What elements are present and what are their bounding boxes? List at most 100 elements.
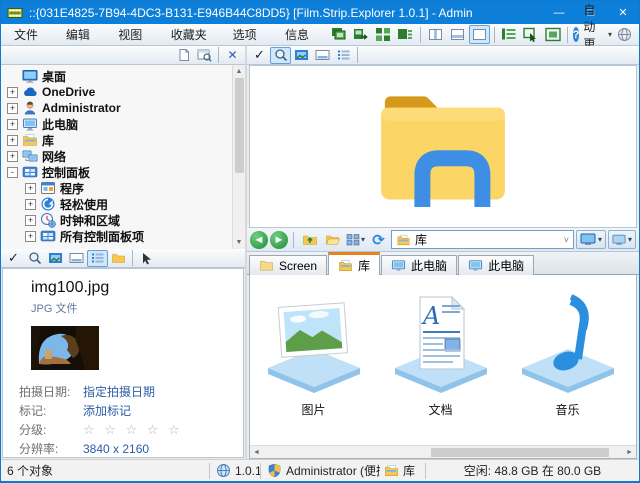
tool-button-2[interactable] <box>351 25 372 44</box>
scrollbar-thumb[interactable] <box>431 448 609 457</box>
tree-item-network[interactable]: + 网络 <box>1 148 245 164</box>
list-icon <box>336 48 351 62</box>
scroll-right-icon[interactable]: ► <box>623 446 636 459</box>
expander-icon[interactable]: + <box>7 87 18 98</box>
minimize-button[interactable]: — <box>543 1 575 24</box>
menu-view[interactable]: 视图 (V) <box>109 25 161 45</box>
expander-icon[interactable]: + <box>7 135 18 146</box>
monitor-dropdown-button-1[interactable]: ▾ <box>576 230 606 249</box>
list-view-button[interactable] <box>333 47 354 64</box>
expander-icon[interactable]: - <box>7 167 18 178</box>
scroll-up-icon[interactable]: ▲ <box>233 65 246 78</box>
library-item-music[interactable]: 音乐 <box>504 291 631 418</box>
menu-favorites[interactable]: 收藏夹 (A) <box>162 25 224 45</box>
list-view-button[interactable] <box>87 250 108 267</box>
up-folder-button[interactable] <box>299 230 320 249</box>
scroll-down-icon[interactable]: ▼ <box>233 236 246 249</box>
tool-button-6[interactable] <box>520 25 541 44</box>
menu-options[interactable]: 选项 (X) <box>224 25 276 45</box>
expander-icon[interactable]: + <box>7 103 18 114</box>
tree-item-programs[interactable]: + 程序 <box>1 180 245 196</box>
expander-icon[interactable]: + <box>7 119 18 130</box>
tool-button-5[interactable] <box>498 25 519 44</box>
filmstrip-view-button[interactable] <box>291 47 312 64</box>
tool-button-3[interactable] <box>373 25 394 44</box>
tab-libraries[interactable]: 库 <box>328 252 380 275</box>
folder-view-button[interactable] <box>108 250 129 267</box>
library-item-pictures[interactable]: 图片 <box>250 291 377 418</box>
help-icon: ? <box>573 27 580 42</box>
content-scrollbar[interactable]: ◄ ► <box>250 445 636 458</box>
scrollbar-thumb[interactable] <box>235 78 244 173</box>
tree-scrollbar[interactable]: ▲ ▼ <box>232 65 245 249</box>
menu-info[interactable]: 信息 (H) <box>276 25 329 45</box>
browse-folder-button[interactable] <box>322 230 343 249</box>
tab-this-pc-1[interactable]: 此电脑 <box>381 255 457 275</box>
tree-item-onedrive[interactable]: + OneDrive <box>1 84 245 100</box>
menu-edit[interactable]: 编辑 (E) <box>57 25 109 45</box>
tree-item-label: Administrator <box>42 101 121 115</box>
check-button[interactable]: ✓ <box>249 47 270 64</box>
tree-item-libraries[interactable]: + 库 <box>1 132 245 148</box>
tree-item-this-pc[interactable]: + 此电脑 <box>1 116 245 132</box>
library-item-documents[interactable]: A 文档 <box>377 291 504 418</box>
tool-button-4[interactable] <box>395 25 416 44</box>
magnifier-button[interactable] <box>270 47 291 64</box>
views-button[interactable]: ▾ <box>345 230 366 249</box>
tool-button-1[interactable] <box>329 25 350 44</box>
tree-item-administrator[interactable]: + Administrator <box>1 100 245 116</box>
pointer-button[interactable] <box>136 250 157 267</box>
filmstrip-view-button[interactable] <box>45 250 66 267</box>
auto-update-button[interactable]: ? 自动更新 ▾ <box>572 25 613 44</box>
slide-view-button[interactable] <box>66 250 87 267</box>
tree-item-all-control-panel-items[interactable]: + 所有控制面板项 <box>1 228 245 244</box>
photo-thumbnail[interactable] <box>31 326 99 370</box>
tree-item-clock-region[interactable]: + 时钟和区域 <box>1 212 245 228</box>
property-value-date-taken[interactable]: 指定拍摄日期 <box>83 383 155 400</box>
tree-item-control-panel[interactable]: - 控制面板 <box>1 164 245 180</box>
check-button[interactable]: ✓ <box>3 250 24 267</box>
tree-item-desktop[interactable]: 桌面 <box>1 68 245 84</box>
left-panel: ✕ 桌面 + OneDrive + Administrator <box>1 46 247 459</box>
layout-horizontal-button[interactable] <box>447 25 468 44</box>
check-icon: ✓ <box>8 250 19 266</box>
magnifier-button[interactable] <box>24 250 45 267</box>
layout-single-button[interactable] <box>469 25 490 44</box>
property-label: 分辨率: <box>19 440 83 457</box>
rating-stars[interactable]: ☆ ☆ ☆ ☆ ☆ <box>83 422 183 438</box>
layout-vertical-button[interactable] <box>425 25 446 44</box>
scroll-left-icon[interactable]: ◄ <box>250 446 263 459</box>
magnifier-icon <box>274 48 288 62</box>
slide-view-button[interactable] <box>312 47 333 64</box>
expander-icon[interactable]: + <box>25 231 36 242</box>
expander-icon[interactable]: + <box>7 151 18 162</box>
expander-icon[interactable]: + <box>25 199 36 210</box>
tab-screen[interactable]: Screen <box>249 255 327 275</box>
ease-of-access-icon <box>40 196 56 212</box>
window-title: ::{031E4825-7B94-4DC3-B131-E946B44C8DD5}… <box>29 6 473 20</box>
tab-this-pc-2[interactable]: 此电脑 <box>458 255 534 275</box>
expander-icon[interactable]: + <box>25 183 36 194</box>
property-value-tags[interactable]: 添加标记 <box>83 402 131 419</box>
vertical-split-icon <box>429 29 442 40</box>
back-button[interactable]: ◄ <box>250 231 268 249</box>
tree-item-label: 网络 <box>42 148 66 165</box>
menu-file[interactable]: 文件 (F) <box>5 25 57 45</box>
monitor-dropdown-button-2[interactable]: ▾ <box>608 230 636 249</box>
close-panel-button[interactable]: ✕ <box>222 47 243 64</box>
globe-button[interactable] <box>614 25 635 44</box>
new-page-button[interactable] <box>173 47 194 64</box>
tree-item-ease-of-access[interactable]: + 轻松使用 <box>1 196 245 212</box>
address-combobox[interactable]: 库 ˅ <box>391 230 574 249</box>
expander-icon[interactable]: + <box>25 215 36 226</box>
select-frame-icon <box>523 27 539 42</box>
forward-button[interactable]: ► <box>270 231 288 249</box>
filmstrip-list-icon <box>501 27 517 42</box>
title-bar[interactable]: ::{031E4825-7B94-4DC3-B131-E946B44C8DD5}… <box>1 1 639 24</box>
close-button[interactable]: ✕ <box>607 1 639 24</box>
chevron-down-icon[interactable]: ˅ <box>564 235 569 245</box>
tool-button-7[interactable] <box>542 25 563 44</box>
refresh-button[interactable]: ⟳ <box>368 230 389 249</box>
search-window-button[interactable] <box>194 47 215 64</box>
computer-icon <box>22 116 38 132</box>
